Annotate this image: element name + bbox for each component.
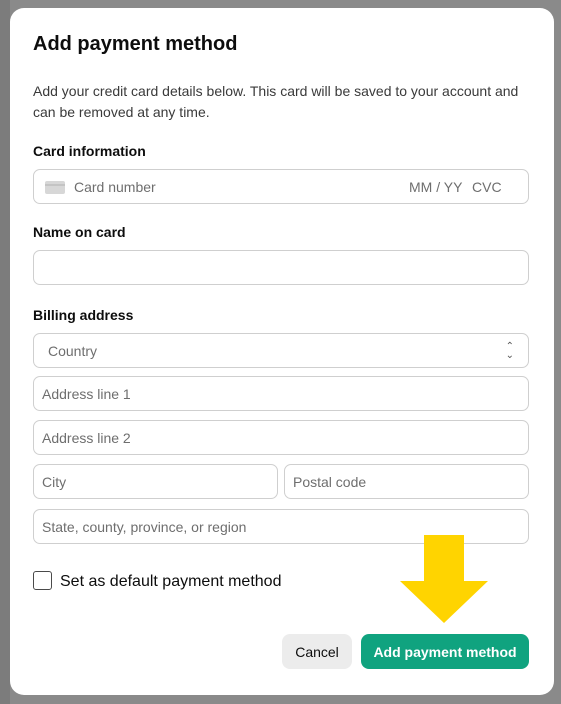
add-payment-method-button[interactable]: Add payment method	[361, 634, 529, 669]
address-line-1-input[interactable]: Address line 1	[33, 376, 529, 411]
backdrop	[0, 0, 10, 704]
card-information-field[interactable]: Card number MM / YY CVC	[33, 169, 529, 204]
arrow-down-icon	[400, 535, 488, 623]
modal-title: Add payment method	[33, 33, 238, 55]
address-line-2-placeholder: Address line 2	[42, 430, 131, 446]
card-information-label: Card information	[33, 143, 146, 159]
default-payment-checkbox[interactable]	[33, 571, 52, 590]
postal-code-placeholder: Postal code	[293, 474, 367, 490]
card-expiry-input[interactable]: MM / YY	[409, 179, 462, 195]
state-region-placeholder: State, county, province, or region	[42, 519, 247, 535]
card-cvc-input[interactable]: CVC	[472, 179, 502, 195]
billing-address-label: Billing address	[33, 307, 134, 323]
country-select[interactable]: Country ⌃ ⌄	[33, 333, 529, 368]
name-on-card-input[interactable]	[33, 250, 529, 285]
default-payment-label[interactable]: Set as default payment method	[60, 573, 281, 591]
country-placeholder: Country	[48, 343, 98, 359]
name-on-card-label: Name on card	[33, 224, 126, 240]
modal-description: Add your credit card details below. This…	[33, 83, 519, 120]
card-number-input[interactable]: Card number	[74, 179, 156, 195]
credit-card-icon	[45, 181, 65, 194]
chevron-up-down-icon: ⌃ ⌄	[505, 341, 514, 361]
address-line-2-input[interactable]: Address line 2	[33, 420, 529, 455]
city-input[interactable]: City	[33, 464, 278, 499]
postal-code-input[interactable]: Postal code	[284, 464, 529, 499]
cancel-button[interactable]: Cancel	[282, 634, 352, 669]
address-line-1-placeholder: Address line 1	[42, 386, 131, 402]
city-placeholder: City	[42, 474, 67, 490]
payment-modal: Add payment method Add your credit card …	[10, 8, 554, 695]
